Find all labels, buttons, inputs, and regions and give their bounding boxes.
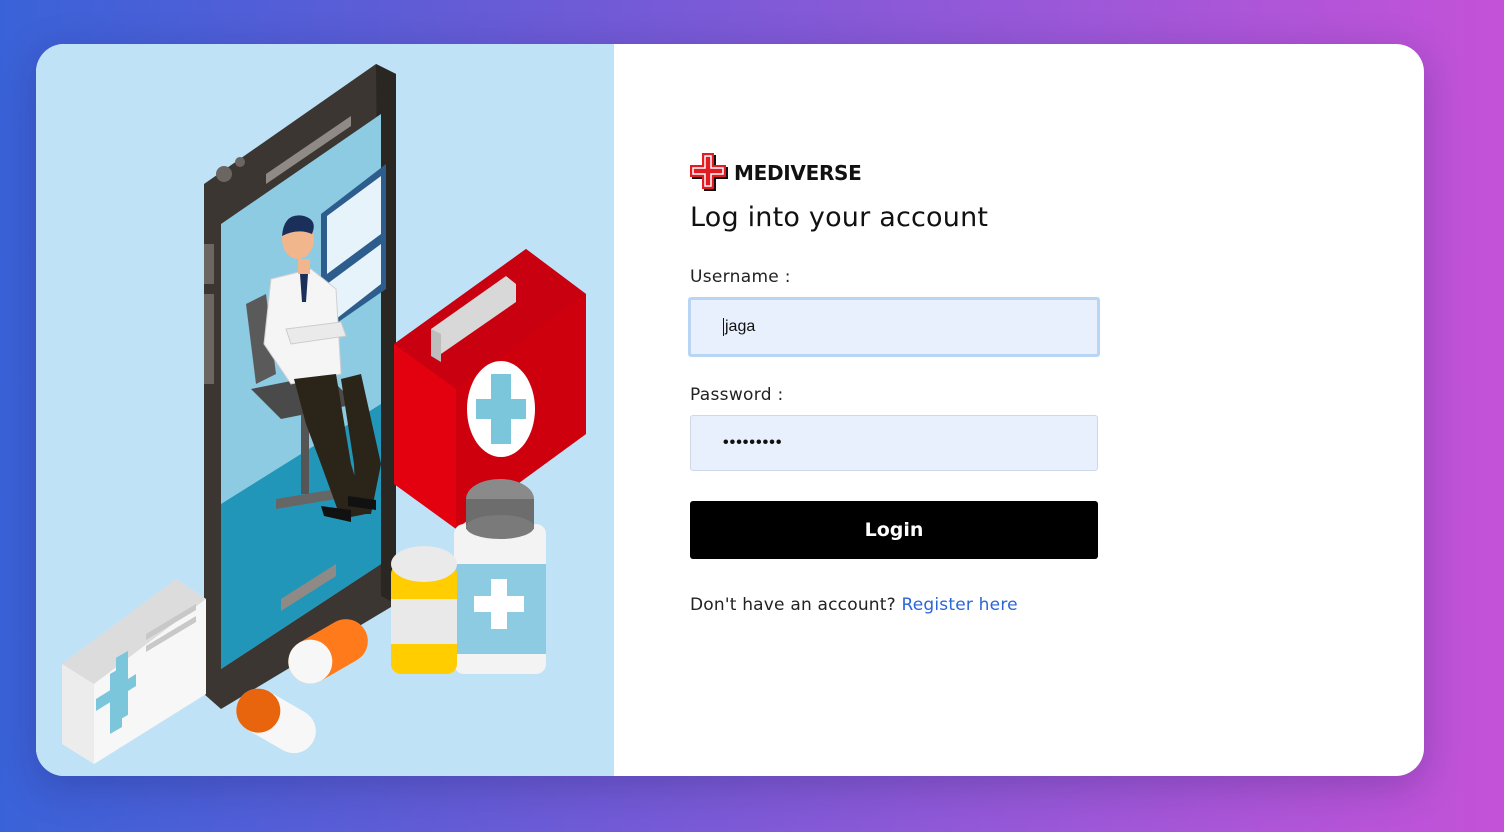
password-value: ••••••••• bbox=[723, 434, 783, 451]
password-label: Password : bbox=[690, 385, 784, 405]
password-input[interactable]: ••••••••• bbox=[690, 415, 1098, 471]
register-prompt: Don't have an account? Register here bbox=[690, 595, 1110, 615]
username-value: jaga bbox=[725, 318, 756, 335]
login-form: MEDIVERSE Log into your account Username… bbox=[688, 152, 1110, 615]
page-title: Log into your account bbox=[690, 202, 989, 233]
register-link[interactable]: Register here bbox=[901, 595, 1017, 615]
login-card: MEDIVERSE Log into your account Username… bbox=[36, 44, 1424, 776]
register-prompt-text: Don't have an account? bbox=[690, 595, 896, 615]
medical-cross-icon bbox=[690, 153, 728, 191]
text-caret bbox=[723, 318, 724, 336]
username-input[interactable]: jaga bbox=[688, 297, 1100, 357]
illustration-panel bbox=[36, 44, 614, 776]
brand: MEDIVERSE bbox=[690, 152, 1110, 194]
username-label: Username : bbox=[690, 267, 791, 287]
login-button[interactable]: Login bbox=[690, 501, 1098, 559]
brand-name: MEDIVERSE bbox=[734, 161, 862, 185]
doctor-smartphone-illustration bbox=[62, 64, 586, 764]
